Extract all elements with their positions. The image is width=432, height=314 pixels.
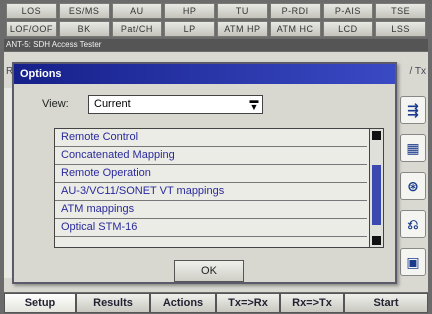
- side-toolbar: ⇶ ▦ ⊛ ⎌ ▣: [400, 96, 426, 296]
- status-led-au: AU: [111, 3, 163, 19]
- view-select[interactable]: Current ▬ ▼: [88, 94, 263, 114]
- app-title: ANT-5: SDH Access Tester: [4, 39, 428, 51]
- scroll-down-icon[interactable]: [372, 236, 381, 245]
- tab-results[interactable]: Results: [76, 293, 150, 313]
- scroll-thumb[interactable]: [372, 165, 381, 225]
- tab-start[interactable]: Start: [344, 293, 428, 313]
- status-led-pat-ch: Pat/CH: [111, 21, 163, 37]
- list-item-au3-vc11-sonet[interactable]: AU-3/VC11/SONET VT mappings: [55, 183, 367, 201]
- dropdown-arrow-icon[interactable]: ▬ ▼: [248, 96, 260, 112]
- view-row: View: Current ▬ ▼: [42, 94, 263, 114]
- scroll-up-icon[interactable]: [372, 131, 381, 140]
- tab-actions[interactable]: Actions: [150, 293, 216, 313]
- view-select-value: Current: [94, 98, 131, 110]
- dialog-title: Options: [14, 64, 395, 84]
- bottom-tab-bar: Setup Results Actions Tx=>Rx Rx=>Tx Star…: [4, 293, 428, 313]
- signal-structure-icon[interactable]: ⇶: [400, 96, 426, 124]
- status-led-lcd: LCD: [322, 21, 374, 37]
- generator-icon[interactable]: ⎌: [400, 210, 426, 238]
- pointer-icon[interactable]: ⊛: [400, 172, 426, 200]
- status-led-p-rdi: P-RDI: [269, 3, 321, 19]
- list-item-atm-mappings[interactable]: ATM mappings: [55, 201, 367, 219]
- status-led-lss: LSS: [375, 21, 426, 37]
- list-item-concatenated-mapping[interactable]: Concatenated Mapping: [55, 147, 367, 165]
- status-led-bk: BK: [58, 21, 110, 37]
- status-led-lof-oof: LOF/OOF: [6, 21, 57, 37]
- status-led-panel: LOS ES/MS AU HP TU P-RDI P-AIS TSE LOF/OOF BK Pat/…: [6, 3, 426, 37]
- options-dialog: Options View: Current ▬ ▼ Remote Control …: [12, 62, 397, 284]
- ok-button[interactable]: OK: [174, 260, 244, 282]
- status-led-hp: HP: [164, 3, 215, 19]
- list-item-remote-control[interactable]: Remote Control: [55, 129, 367, 147]
- status-led-lp: LP: [164, 21, 215, 37]
- overhead-icon[interactable]: ▣: [400, 248, 426, 276]
- tab-rx-tx[interactable]: Rx=>Tx: [280, 293, 344, 313]
- background-tx-label: / Tx: [409, 66, 426, 77]
- tab-tx-rx[interactable]: Tx=>Rx: [216, 293, 280, 313]
- options-list[interactable]: Remote Control Concatenated Mapping Remo…: [54, 128, 384, 248]
- list-item-optical-stm16[interactable]: Optical STM-16: [55, 219, 367, 237]
- status-led-atm-hc: ATM HC: [269, 21, 321, 37]
- status-led-los: LOS: [6, 3, 57, 19]
- status-led-p-ais: P-AIS: [322, 3, 374, 19]
- status-led-es-ms: ES/MS: [58, 3, 110, 19]
- analyzer-icon[interactable]: ▦: [400, 134, 426, 162]
- tab-setup[interactable]: Setup: [4, 293, 76, 313]
- status-led-atm-hp: ATM HP: [217, 21, 268, 37]
- list-scrollbar[interactable]: [369, 129, 383, 247]
- status-led-tu: TU: [217, 3, 268, 19]
- list-item-remote-operation[interactable]: Remote Operation: [55, 165, 367, 183]
- view-label: View:: [42, 98, 69, 110]
- status-led-tse: TSE: [375, 3, 426, 19]
